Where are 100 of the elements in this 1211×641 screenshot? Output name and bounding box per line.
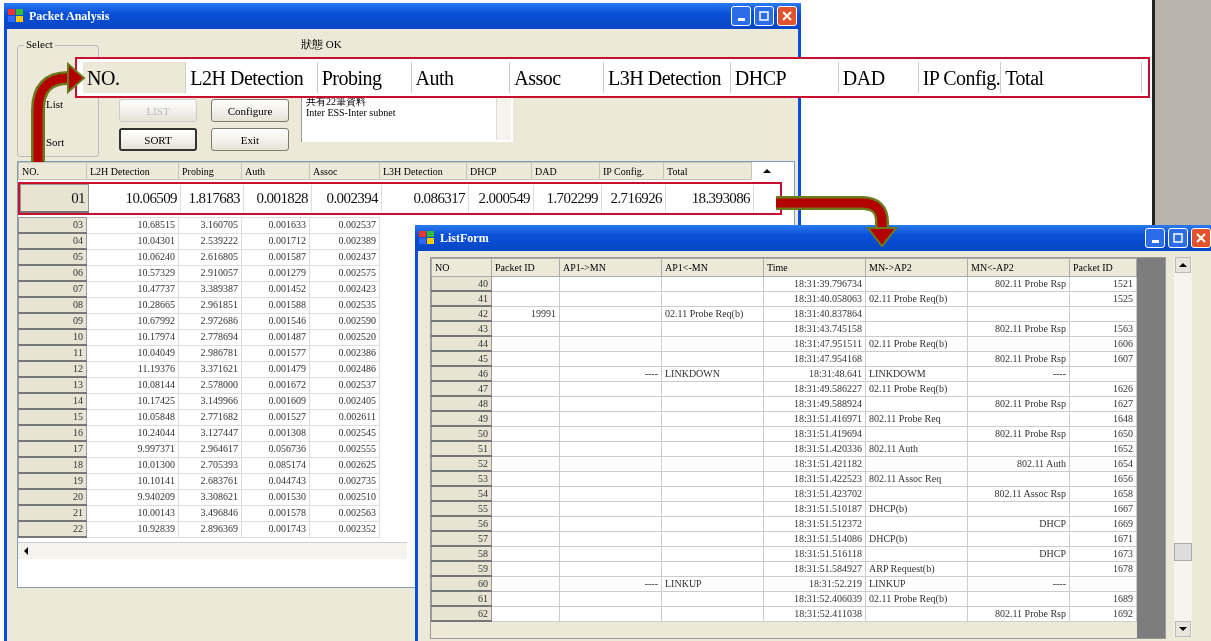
row-header[interactable]: 43 xyxy=(478,323,488,334)
row-header[interactable]: 55 xyxy=(478,503,488,514)
table-cell: 19991 xyxy=(531,308,556,319)
column-header[interactable]: Time xyxy=(763,258,866,277)
row-header[interactable]: 45 xyxy=(478,353,488,364)
table-cell: 1656 xyxy=(1113,473,1133,484)
column-header[interactable]: L2H Detection xyxy=(86,162,179,180)
minimize-icon xyxy=(1151,240,1159,243)
option-label[interactable]: Sort xyxy=(46,136,65,148)
column-header[interactable]: AP1<-MN xyxy=(661,258,764,277)
maximize-button[interactable] xyxy=(754,6,774,26)
column-header[interactable]: Assoc xyxy=(309,162,380,180)
maximize-icon xyxy=(759,11,769,21)
table-cell: 2.910057 xyxy=(178,265,242,281)
row-header[interactable]: 54 xyxy=(478,488,488,499)
table-cell: 2.778694 xyxy=(178,329,242,345)
column-header[interactable]: AP1->MN xyxy=(559,258,662,277)
row-header[interactable]: 58 xyxy=(478,548,488,559)
row-header[interactable]: 49 xyxy=(478,413,488,424)
column-header[interactable]: L3H Detection xyxy=(379,162,467,180)
action-button[interactable]: Configure xyxy=(211,99,289,122)
table-cell: 1525 xyxy=(1113,293,1133,304)
table-cell: 0.001587 xyxy=(241,249,310,265)
row-header[interactable]: 03 xyxy=(18,217,87,233)
option-label[interactable]: List xyxy=(46,98,64,110)
column-header[interactable]: NO. xyxy=(18,162,87,180)
table-cell: 10.10141 xyxy=(86,473,179,489)
table-cell: ARP Request(b) xyxy=(869,563,935,574)
table-cell: ---- xyxy=(1052,578,1066,589)
scrollbar[interactable] xyxy=(496,96,511,140)
table-cell: DHCP xyxy=(1039,518,1066,529)
row-header[interactable]: 46 xyxy=(478,368,488,379)
row-header[interactable]: 59 xyxy=(478,563,488,574)
column-header[interactable]: Packet ID xyxy=(1069,258,1137,277)
table-cell: 1650 xyxy=(1113,428,1133,439)
scroll-down-icon[interactable] xyxy=(1175,621,1191,637)
action-button[interactable]: Exit xyxy=(211,128,289,151)
table-cell: 2.986781 xyxy=(178,345,242,361)
table-cell: 2.964617 xyxy=(178,441,242,457)
close-button[interactable] xyxy=(777,6,797,26)
table-cell: 10.67992 xyxy=(86,313,179,329)
row-header[interactable]: 53 xyxy=(478,473,488,484)
table-cell: 802.11 Probe Rsp xyxy=(994,608,1066,619)
column-header[interactable]: MN->AP2 xyxy=(865,258,968,277)
scroll-up-icon[interactable] xyxy=(762,167,772,175)
minimize-button[interactable] xyxy=(731,6,751,26)
row-header[interactable]: 52 xyxy=(478,458,488,469)
scroll-up-icon[interactable] xyxy=(1175,257,1191,273)
table-cell: 0.002611 xyxy=(309,409,380,425)
table-cell: 1648 xyxy=(1113,413,1133,424)
row-header[interactable]: 42 xyxy=(478,308,488,319)
row-header[interactable]: 01 xyxy=(20,184,89,212)
row-header[interactable]: 48 xyxy=(478,398,488,409)
column-header[interactable]: Packet ID xyxy=(491,258,560,277)
table-cell: 802.11 Probe Rsp xyxy=(994,278,1066,290)
info-line: Inter ESS-Inter subnet xyxy=(306,107,397,118)
column-header[interactable]: MN<-AP2 xyxy=(967,258,1070,277)
row-header[interactable]: 61 xyxy=(478,593,488,604)
table-cell: 1671 xyxy=(1113,533,1133,544)
table-cell: 3.389387 xyxy=(178,281,242,297)
table-cell: 1563 xyxy=(1113,323,1133,334)
table-cell: LINKUP xyxy=(665,578,702,589)
minimize-button[interactable] xyxy=(1145,228,1165,248)
column-header[interactable]: DHCP xyxy=(466,162,532,180)
column-header[interactable]: Total xyxy=(663,162,752,180)
row-header[interactable]: 62 xyxy=(478,608,488,619)
row-header[interactable]: 41 xyxy=(478,293,488,304)
horizontal-scrollbar[interactable] xyxy=(18,542,407,559)
table-cell: 0.002535 xyxy=(309,297,380,313)
table-cell: 1521 xyxy=(1113,278,1133,290)
table-cell: 0.086317 xyxy=(381,184,469,212)
action-button[interactable]: SORT xyxy=(119,128,197,151)
maximize-button[interactable] xyxy=(1168,228,1188,248)
table-cell: 2.578000 xyxy=(178,377,242,393)
row-header[interactable]: 56 xyxy=(478,518,488,529)
row-header[interactable]: 60 xyxy=(478,578,488,589)
table-cell: 0.002386 xyxy=(309,345,380,361)
row-header[interactable]: 44 xyxy=(478,338,488,349)
row-header[interactable]: 50 xyxy=(478,428,488,439)
row-header[interactable]: 57 xyxy=(478,533,488,544)
column-header[interactable]: DAD xyxy=(531,162,600,180)
scroll-thumb[interactable] xyxy=(1174,543,1192,561)
table-cell: LINKUP xyxy=(869,578,906,589)
row-header[interactable]: 47 xyxy=(478,383,488,394)
table-cell: 0.001743 xyxy=(241,521,310,537)
table-cell: 0.002563 xyxy=(309,505,380,521)
table-cell: 18:31:51.416971 xyxy=(793,413,862,424)
column-header[interactable]: Probing xyxy=(178,162,242,180)
column-header[interactable]: Auth xyxy=(241,162,310,180)
table-cell: 1607 xyxy=(1113,353,1133,364)
row-header[interactable]: 40 xyxy=(478,278,488,289)
table-cell: LINKDOWM xyxy=(869,368,926,379)
column-header[interactable]: IP Config. xyxy=(599,162,664,180)
close-button[interactable] xyxy=(1191,228,1211,248)
row-header[interactable]: 51 xyxy=(478,443,488,454)
column-header[interactable]: NO xyxy=(431,258,492,277)
vertical-scrollbar[interactable] xyxy=(1174,257,1192,637)
table-cell: 18.393086 xyxy=(665,184,754,212)
table-cell: 0.002735 xyxy=(309,473,380,489)
scroll-left-icon[interactable] xyxy=(22,546,30,556)
